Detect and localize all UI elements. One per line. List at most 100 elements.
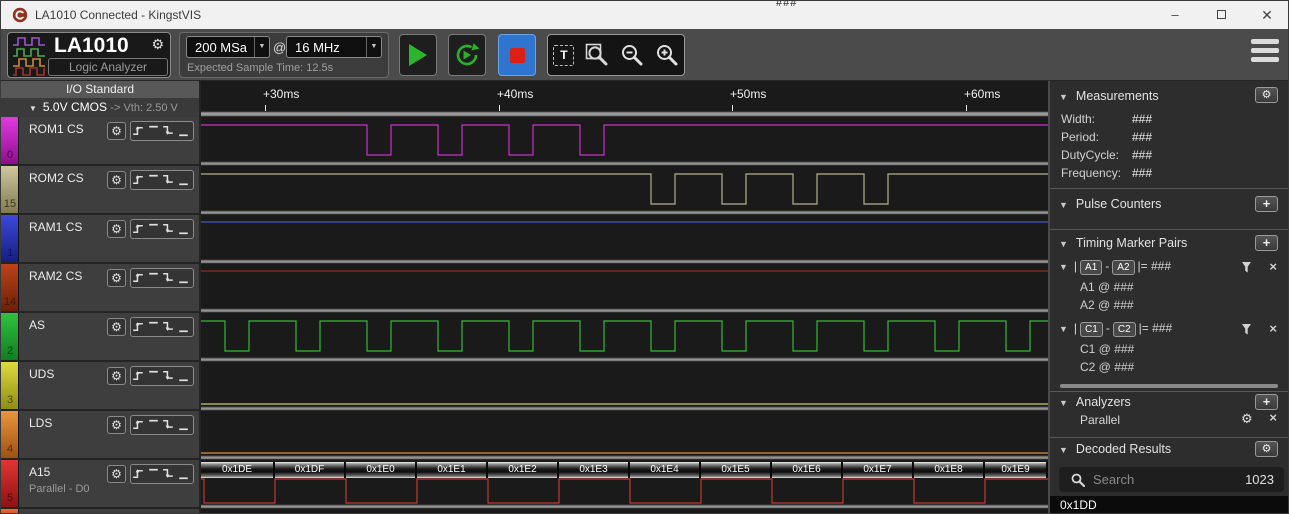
start-capture-button[interactable] <box>399 34 437 76</box>
channel-settings-gear-icon[interactable]: ⚙ <box>107 367 126 385</box>
rising-edge-trigger-icon[interactable] <box>131 220 146 238</box>
waveform-view[interactable]: +30ms +40ms +50ms +60ms 0x1DE 0x1DF 0x1E0 0x1E… <box>201 81 1048 513</box>
decoded-results-header[interactable]: ▼ Decoded Results <box>1059 442 1171 456</box>
falling-edge-trigger-icon[interactable] <box>161 122 176 140</box>
decoded-results-settings-button[interactable]: ⚙ <box>1255 441 1278 457</box>
add-timing-marker-pair-button[interactable]: + <box>1255 235 1278 251</box>
high-level-trigger-icon[interactable] <box>146 416 161 434</box>
high-level-trigger-icon[interactable] <box>146 171 161 189</box>
falling-edge-trigger-icon[interactable] <box>161 269 176 287</box>
falling-edge-trigger-icon[interactable] <box>161 220 176 238</box>
falling-edge-trigger-icon[interactable] <box>161 171 176 189</box>
analyzer-settings-gear-icon[interactable]: ⚙ <box>1241 412 1253 427</box>
marker-scrollbar[interactable] <box>1060 384 1278 388</box>
pulse-counters-header[interactable]: ▼ Pulse Counters <box>1059 197 1161 211</box>
decoded-result-row[interactable]: 0x1DD <box>1050 496 1288 513</box>
marker-pair-row[interactable]: ▼ | A1- A2 |= ### <box>1059 259 1171 275</box>
high-level-trigger-icon[interactable] <box>146 220 161 238</box>
measurements-header[interactable]: ▼ Measurements <box>1059 89 1159 103</box>
channel-row-lds[interactable]: 4 LDS ⚙ <box>1 411 199 458</box>
analyzers-header[interactable]: ▼ Analyzers <box>1059 395 1131 409</box>
timing-marker-pairs-header[interactable]: ▼ Timing Marker Pairs <box>1059 236 1187 250</box>
channel-settings-gear-icon[interactable]: ⚙ <box>107 220 126 238</box>
minimize-button[interactable]: – <box>1152 1 1198 29</box>
high-level-trigger-icon[interactable] <box>146 318 161 336</box>
io-standard-setting[interactable]: ▼ 5.0V CMOS -> Vth: 2.50 V <box>1 98 199 117</box>
high-level-trigger-icon[interactable] <box>146 269 161 287</box>
falling-edge-trigger-icon[interactable] <box>161 416 176 434</box>
sample-rate-dropdown[interactable]: 16 MHz ▼ <box>286 36 382 58</box>
dropdown-arrow-icon[interactable]: ▼ <box>254 37 269 57</box>
collapse-triangle-icon[interactable]: ▼ <box>1059 239 1068 249</box>
search-input[interactable]: Search 1023 <box>1059 467 1284 492</box>
channel-row-rom2-cs[interactable]: 15 ROM2 CS ⚙ <box>1 166 199 213</box>
device-settings-gear-icon[interactable]: ⚙ <box>151 37 164 53</box>
channel-row-rom1-cs[interactable]: 0 ROM1 CS ⚙ <box>1 117 199 164</box>
low-level-trigger-icon[interactable] <box>176 367 191 385</box>
zoom-in-button[interactable] <box>655 43 679 67</box>
marker-pair-row[interactable]: ▼ | C1- C2 |= ### <box>1059 321 1172 337</box>
rising-edge-trigger-icon[interactable] <box>131 367 146 385</box>
stop-capture-button[interactable] <box>498 34 536 76</box>
close-button[interactable]: ✕ <box>1244 1 1288 29</box>
high-level-trigger-icon[interactable] <box>146 122 161 140</box>
falling-edge-trigger-icon[interactable] <box>161 367 176 385</box>
marker-chip[interactable]: A1 <box>1080 260 1103 275</box>
channel-settings-gear-icon[interactable]: ⚙ <box>107 171 126 189</box>
marker-chip[interactable]: C1 <box>1080 322 1103 337</box>
io-standard-header[interactable]: I/O Standard <box>1 81 199 98</box>
collapse-triangle-icon[interactable]: ▼ <box>1059 398 1068 408</box>
repeat-capture-button[interactable] <box>448 34 486 76</box>
high-level-trigger-icon[interactable] <box>146 465 161 483</box>
maximize-button[interactable] <box>1198 1 1244 29</box>
rising-edge-trigger-icon[interactable] <box>131 465 146 483</box>
low-level-trigger-icon[interactable] <box>176 318 191 336</box>
channel-row-as[interactable]: 2 AS ⚙ <box>1 313 199 360</box>
sample-count-dropdown[interactable]: 200 MSa ▼ <box>186 36 270 58</box>
rising-edge-trigger-icon[interactable] <box>131 269 146 287</box>
zoom-out-button[interactable] <box>620 43 644 67</box>
menu-button[interactable] <box>1251 39 1281 71</box>
channel-row-ram2-cs[interactable]: 14 RAM2 CS ⚙ <box>1 264 199 311</box>
marker-remove-icon[interactable]: × <box>1269 260 1277 274</box>
marker-chip[interactable]: C2 <box>1112 322 1136 337</box>
zoom-region-tool-button[interactable] <box>585 43 609 67</box>
channel-settings-gear-icon[interactable]: ⚙ <box>107 318 126 336</box>
low-level-trigger-icon[interactable] <box>176 269 191 287</box>
timing-select-tool-button[interactable]: T <box>553 44 575 66</box>
channel-settings-gear-icon[interactable]: ⚙ <box>107 416 126 434</box>
collapse-triangle-icon[interactable]: ▼ <box>1059 200 1068 210</box>
channel-row-uds[interactable]: 3 UDS ⚙ <box>1 362 199 409</box>
rising-edge-trigger-icon[interactable] <box>131 122 146 140</box>
channel-row-ram1-cs[interactable]: 1 RAM1 CS ⚙ <box>1 215 199 262</box>
analyzer-remove-icon[interactable]: × <box>1269 411 1277 427</box>
channel-settings-gear-icon[interactable]: ⚙ <box>107 269 126 287</box>
channel-row-a15[interactable]: 5 A15 Parallel - D0 ⚙ <box>1 460 199 507</box>
analyzer-item-parallel[interactable]: Parallel <box>1080 413 1120 427</box>
low-level-trigger-icon[interactable] <box>176 220 191 238</box>
marker-pin-icon[interactable] <box>1241 323 1252 336</box>
rising-edge-trigger-icon[interactable] <box>131 318 146 336</box>
measurements-settings-button[interactable]: ⚙ <box>1255 87 1278 103</box>
low-level-trigger-icon[interactable] <box>176 122 191 140</box>
collapse-triangle-icon[interactable]: ▼ <box>1059 445 1068 455</box>
low-level-trigger-icon[interactable] <box>176 416 191 434</box>
rising-edge-trigger-icon[interactable] <box>131 171 146 189</box>
low-level-trigger-icon[interactable] <box>176 465 191 483</box>
marker-pin-icon[interactable] <box>1241 261 1252 274</box>
marker-remove-icon[interactable]: × <box>1269 322 1277 336</box>
falling-edge-trigger-icon[interactable] <box>161 318 176 336</box>
channel-settings-gear-icon[interactable]: ⚙ <box>107 465 126 483</box>
collapse-triangle-icon[interactable]: ▼ <box>29 104 37 113</box>
marker-chip[interactable]: A2 <box>1112 260 1135 275</box>
add-pulse-counter-button[interactable]: + <box>1255 196 1278 212</box>
add-analyzer-button[interactable]: + <box>1255 394 1278 410</box>
high-level-trigger-icon[interactable] <box>146 367 161 385</box>
collapse-triangle-icon[interactable]: ▼ <box>1059 324 1068 334</box>
dropdown-arrow-icon[interactable]: ▼ <box>366 37 381 57</box>
rising-edge-trigger-icon[interactable] <box>131 416 146 434</box>
collapse-triangle-icon[interactable]: ▼ <box>1059 262 1068 272</box>
channel-settings-gear-icon[interactable]: ⚙ <box>107 122 126 140</box>
collapse-triangle-icon[interactable]: ▼ <box>1059 92 1068 102</box>
falling-edge-trigger-icon[interactable] <box>161 465 176 483</box>
